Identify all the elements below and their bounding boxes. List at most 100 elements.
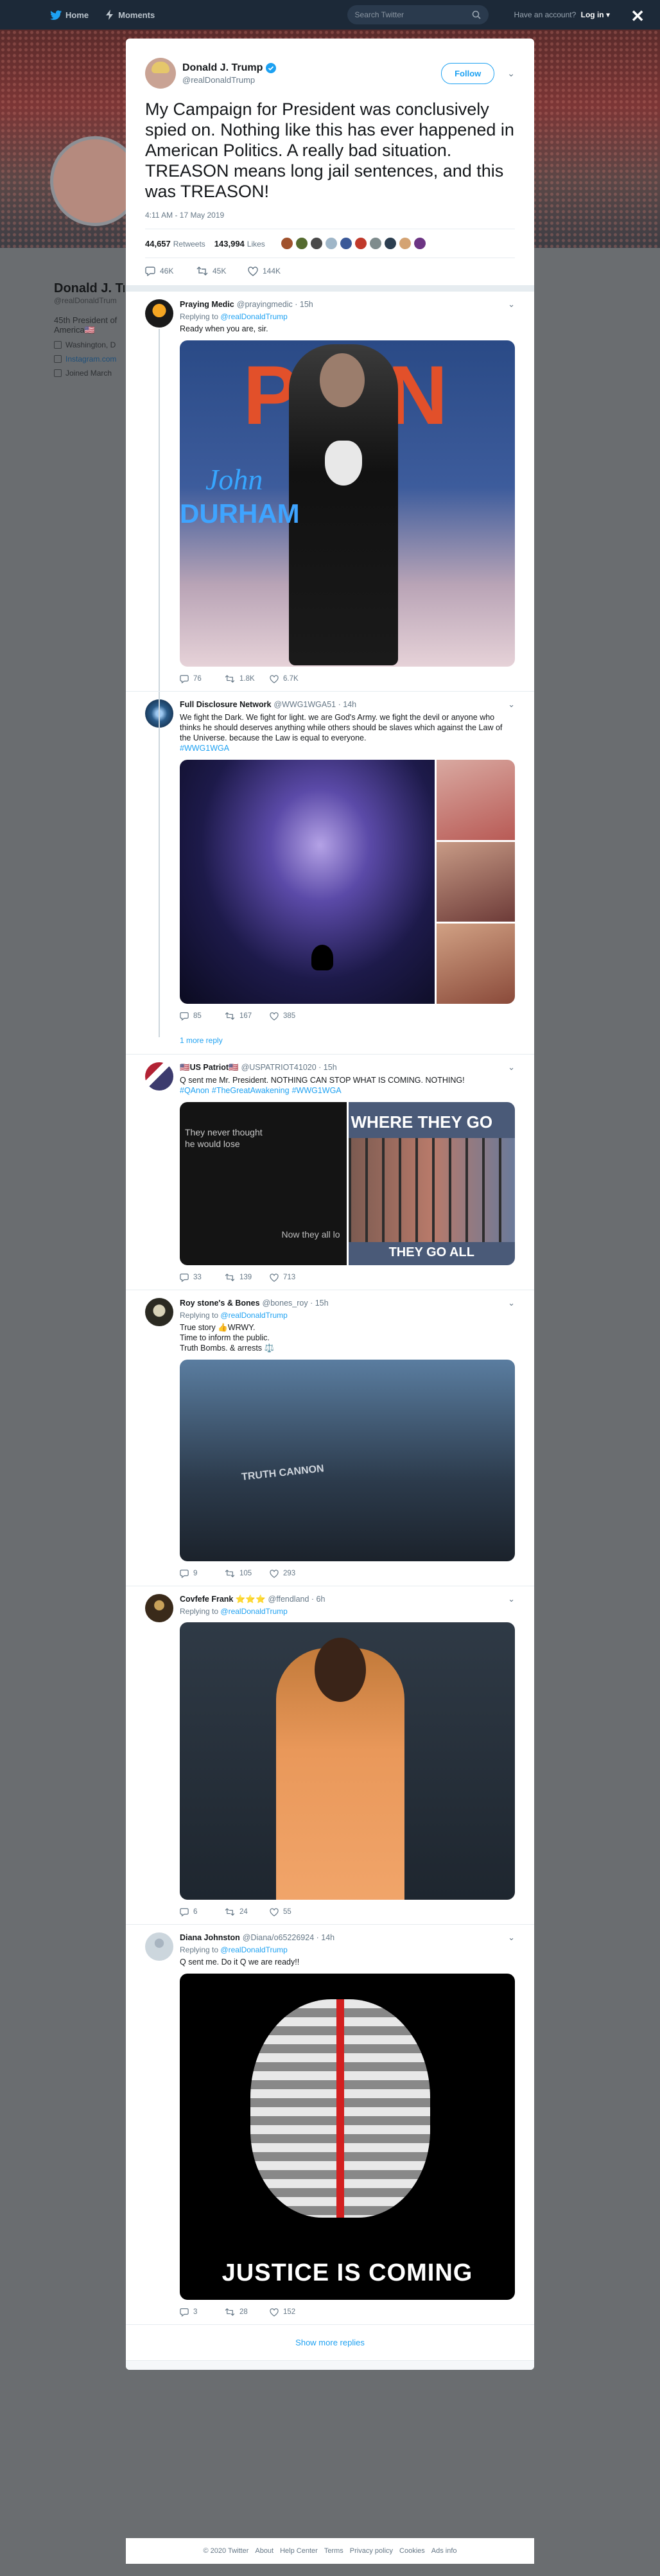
- reply-avatar[interactable]: [145, 299, 173, 328]
- footer-link-privacy[interactable]: Privacy policy: [350, 2547, 393, 2555]
- reply-image[interactable]: TRUTH CANNON: [180, 1360, 515, 1561]
- liker-avatar[interactable]: [413, 237, 426, 250]
- heart-icon: [270, 2308, 279, 2317]
- hashtag-link[interactable]: #TheGreatAwakening: [212, 1086, 290, 1095]
- reply-image[interactable]: They never thought he would lose Now they…: [180, 1102, 347, 1265]
- reply-button[interactable]: 6: [180, 1907, 225, 1916]
- author-avatar[interactable]: [145, 58, 176, 89]
- liker-avatar[interactable]: [398, 237, 412, 250]
- like-button[interactable]: 713: [270, 1273, 315, 1282]
- reply-button[interactable]: 46K: [145, 266, 196, 276]
- author-name-row[interactable]: Donald J. Trump: [182, 62, 277, 74]
- chevron-down-icon[interactable]: ⌄: [507, 68, 515, 79]
- footer-link-cookies[interactable]: Cookies: [399, 2547, 425, 2555]
- nav-moments[interactable]: Moments: [105, 10, 155, 20]
- likes-stat[interactable]: 143,994 Likes: [214, 239, 265, 249]
- like-count: 6.7K: [283, 675, 299, 683]
- replying-to-link[interactable]: @realDonaldTrump: [220, 312, 287, 321]
- search-icon[interactable]: [472, 10, 481, 19]
- liker-avatar[interactable]: [383, 237, 397, 250]
- reply-image[interactable]: PAIN John DURHAM: [180, 340, 515, 667]
- hashtag-link[interactable]: #WWG1WGA: [180, 744, 229, 753]
- liker-avatar[interactable]: [280, 237, 293, 250]
- follow-button[interactable]: Follow: [441, 62, 495, 84]
- like-button[interactable]: 144K: [248, 266, 299, 276]
- hashtag-link[interactable]: #WWG1WGA: [292, 1086, 342, 1095]
- retweets-stat[interactable]: 44,657 Retweets: [145, 239, 205, 249]
- reply-tweet[interactable]: Covfefe Frank ⭐⭐⭐ @ffendland · 6h ⌄ Replyi…: [126, 1586, 534, 1925]
- footer-link-ads[interactable]: Ads info: [431, 2547, 457, 2555]
- reply-author-name[interactable]: Diana Johnston: [180, 1933, 240, 1942]
- reply-avatar[interactable]: [145, 1594, 173, 1622]
- footer-link-about[interactable]: About: [255, 2547, 274, 2555]
- like-button[interactable]: 55: [270, 1907, 315, 1916]
- liker-avatar[interactable]: [295, 237, 308, 250]
- reply-button[interactable]: 33: [180, 1273, 225, 1282]
- reply-button[interactable]: 9: [180, 1569, 225, 1578]
- retweet-button[interactable]: 28: [225, 2308, 270, 2317]
- chevron-down-icon[interactable]: ⌄: [508, 1594, 515, 1604]
- liker-avatar[interactable]: [369, 237, 382, 250]
- reply-tweet[interactable]: Praying Medic @prayingmedic · 15h ⌄ Replyi…: [126, 292, 534, 692]
- reply-image-gallery[interactable]: They never thought he would lose Now they…: [180, 1102, 515, 1265]
- reply-image-gallery[interactable]: [180, 760, 515, 1004]
- search-input[interactable]: [354, 10, 472, 19]
- reply-image[interactable]: WHERE THEY GO THEY GO ALL: [348, 1102, 515, 1265]
- reply-author-name[interactable]: Roy stone's & Bones: [180, 1299, 260, 1308]
- replying-to-link[interactable]: @realDonaldTrump: [220, 1607, 287, 1616]
- reply-button[interactable]: 76: [180, 674, 225, 683]
- login-link[interactable]: Log in: [581, 10, 604, 19]
- reply-image[interactable]: [437, 924, 515, 1004]
- retweet-button[interactable]: 167: [225, 1012, 270, 1021]
- chevron-down-icon[interactable]: ⌄: [508, 699, 515, 710]
- liker-avatar[interactable]: [354, 237, 367, 250]
- reply-image[interactable]: [180, 1622, 515, 1900]
- reply-avatar[interactable]: [145, 1298, 173, 1326]
- reply-tweet[interactable]: Roy stone's & Bones @bones_roy · 15h ⌄ Rep…: [126, 1290, 534, 1586]
- hashtag-link[interactable]: #QAnon: [180, 1086, 209, 1095]
- reply-tweet[interactable]: 🇺🇸US Patriot🇺🇸 @USPATRIOT41020 · 15h ⌄ Q s…: [126, 1055, 534, 1290]
- chevron-down-icon[interactable]: ⌄: [508, 1932, 515, 1943]
- tweet-timestamp[interactable]: 4:11 AM - 17 May 2019: [145, 211, 515, 220]
- chevron-down-icon[interactable]: ▾: [606, 10, 610, 19]
- reply-author-name[interactable]: Praying Medic: [180, 300, 234, 309]
- reply-image[interactable]: JUSTICE IS COMING: [180, 1974, 515, 2300]
- retweet-button[interactable]: 139: [225, 1273, 270, 1282]
- replying-to-link[interactable]: @realDonaldTrump: [220, 1311, 287, 1320]
- chevron-down-icon[interactable]: ⌄: [508, 299, 515, 310]
- nav-home[interactable]: Home: [50, 10, 89, 20]
- footer-link-help[interactable]: Help Center: [280, 2547, 318, 2555]
- like-button[interactable]: 6.7K: [270, 674, 315, 683]
- retweet-button[interactable]: 45K: [196, 267, 248, 276]
- liker-avatar[interactable]: [339, 237, 352, 250]
- reply-author-name[interactable]: Covfefe Frank ⭐⭐⭐: [180, 1595, 266, 1604]
- chevron-down-icon[interactable]: ⌄: [508, 1298, 515, 1308]
- reply-author-handle: @prayingmedic · 15h: [236, 300, 313, 309]
- reply-image[interactable]: [437, 760, 515, 840]
- more-replies-link[interactable]: 1 more reply: [126, 1028, 534, 1055]
- reply-button[interactable]: 85: [180, 1012, 225, 1021]
- reply-avatar[interactable]: [145, 1932, 173, 1961]
- reply-tweet[interactable]: Diana Johnston @Diana/o65226924 · 14h ⌄ Re…: [126, 1925, 534, 2325]
- reply-image[interactable]: [437, 841, 515, 922]
- close-icon[interactable]: ✕: [630, 6, 645, 26]
- reply-image[interactable]: [180, 760, 435, 1004]
- profile-url[interactable]: Instagram.com: [54, 355, 125, 364]
- retweet-button[interactable]: 24: [225, 1907, 270, 1916]
- reply-author-name[interactable]: 🇺🇸US Patriot🇺🇸: [180, 1063, 239, 1073]
- retweet-button[interactable]: 105: [225, 1569, 270, 1578]
- liker-avatar[interactable]: [309, 237, 323, 250]
- chevron-down-icon[interactable]: ⌄: [508, 1062, 515, 1073]
- reply-author-name[interactable]: Full Disclosure Network: [180, 700, 271, 709]
- retweet-button[interactable]: 1.8K: [225, 674, 270, 683]
- show-more-replies-link[interactable]: Show more replies: [126, 2325, 534, 2361]
- reply-avatar[interactable]: [145, 1062, 173, 1091]
- reply-button[interactable]: 3: [180, 2308, 225, 2317]
- liker-avatar[interactable]: [324, 237, 338, 250]
- like-button[interactable]: 152: [270, 2308, 315, 2317]
- like-button[interactable]: 385: [270, 1012, 315, 1021]
- footer-link-terms[interactable]: Terms: [324, 2547, 343, 2555]
- like-button[interactable]: 293: [270, 1569, 315, 1578]
- replying-to-link[interactable]: @realDonaldTrump: [220, 1945, 287, 1954]
- reply-tweet[interactable]: Full Disclosure Network @WWG1WGA51 · 14h ⌄…: [126, 692, 534, 1028]
